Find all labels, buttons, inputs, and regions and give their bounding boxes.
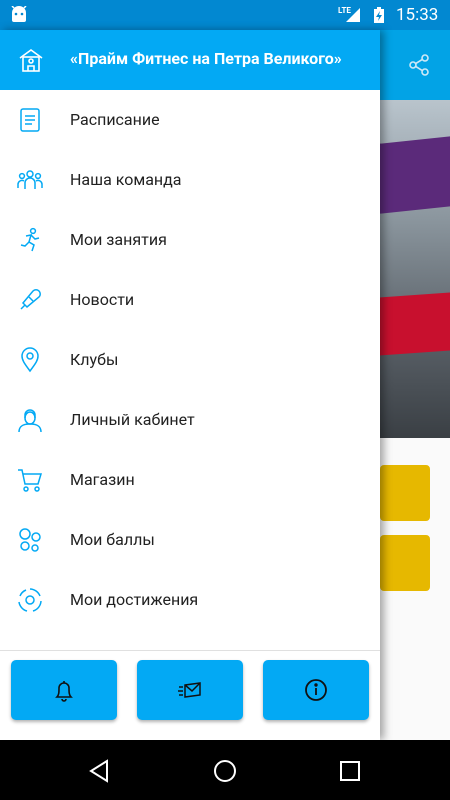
menu-item-team[interactable]: Наша команда	[0, 150, 380, 210]
home-icon[interactable]	[212, 758, 238, 784]
schedule-icon	[20, 108, 40, 132]
signal-icon	[346, 8, 360, 22]
recents-icon[interactable]	[337, 758, 363, 784]
drawer-header[interactable]: «Прайм Фитнес на Петра Великого»	[0, 30, 380, 90]
bell-icon	[55, 681, 73, 702]
promo-banner[interactable]	[380, 100, 450, 438]
club-title: «Прайм Фитнес на Петра Великого»	[70, 49, 342, 68]
banner-stripe	[380, 136, 450, 214]
points-icon	[19, 528, 41, 552]
menu-item-label: Наша команда	[70, 170, 182, 189]
action-card[interactable]	[380, 535, 430, 591]
menu-item-label: Новости	[70, 290, 135, 309]
menu-item-clubs[interactable]: Клубы	[0, 330, 380, 390]
user-icon	[18, 409, 42, 433]
share-icon[interactable]	[408, 54, 430, 76]
back-icon[interactable]	[87, 758, 113, 784]
menu-item-news[interactable]: Новости	[0, 270, 380, 330]
clock: 15:33	[396, 5, 439, 25]
action-card[interactable]	[380, 465, 430, 521]
menu-item-label: Мои баллы	[70, 530, 155, 549]
background-app	[380, 30, 450, 740]
navigation-drawer: «Прайм Фитнес на Петра Великого» Расписа…	[0, 30, 380, 740]
app-toolbar	[380, 30, 450, 100]
battery-charging-icon	[374, 7, 384, 23]
menu-item-my-classes[interactable]: Мои занятия	[0, 210, 380, 270]
menu-item-label: Клубы	[70, 350, 119, 369]
menu-item-points[interactable]: Мои баллы	[0, 510, 380, 570]
club-building-icon	[19, 49, 43, 72]
notifications-button[interactable]	[11, 660, 117, 720]
location-pin-icon	[21, 347, 39, 373]
megaphone-icon	[20, 289, 41, 310]
menu-item-label: Мои занятия	[70, 230, 167, 249]
team-icon	[17, 170, 43, 189]
drawer-menu: Расписание Наша команда Мои занятия Ново…	[0, 90, 380, 630]
envelope-icon	[178, 682, 201, 698]
menu-item-account[interactable]: Личный кабинет	[0, 390, 380, 450]
divider	[0, 650, 380, 651]
status-bar: LTE 15:33	[0, 0, 450, 30]
menu-item-label: Магазин	[70, 470, 135, 489]
cart-icon	[18, 469, 43, 492]
menu-item-achievements[interactable]: Мои достижения	[0, 570, 380, 630]
system-nav-bar	[0, 740, 450, 800]
menu-item-label: Личный кабинет	[70, 410, 195, 429]
info-icon	[305, 679, 327, 701]
info-button[interactable]	[263, 660, 369, 720]
messages-button[interactable]	[137, 660, 243, 720]
running-person-icon	[20, 227, 40, 252]
banner-stripe	[380, 292, 450, 356]
menu-item-schedule[interactable]: Расписание	[0, 90, 380, 150]
menu-item-label: Расписание	[70, 110, 160, 129]
menu-item-label: Мои достижения	[70, 590, 199, 609]
achievements-icon	[18, 588, 42, 612]
android-icon	[11, 6, 27, 22]
menu-item-shop[interactable]: Магазин	[0, 450, 380, 510]
